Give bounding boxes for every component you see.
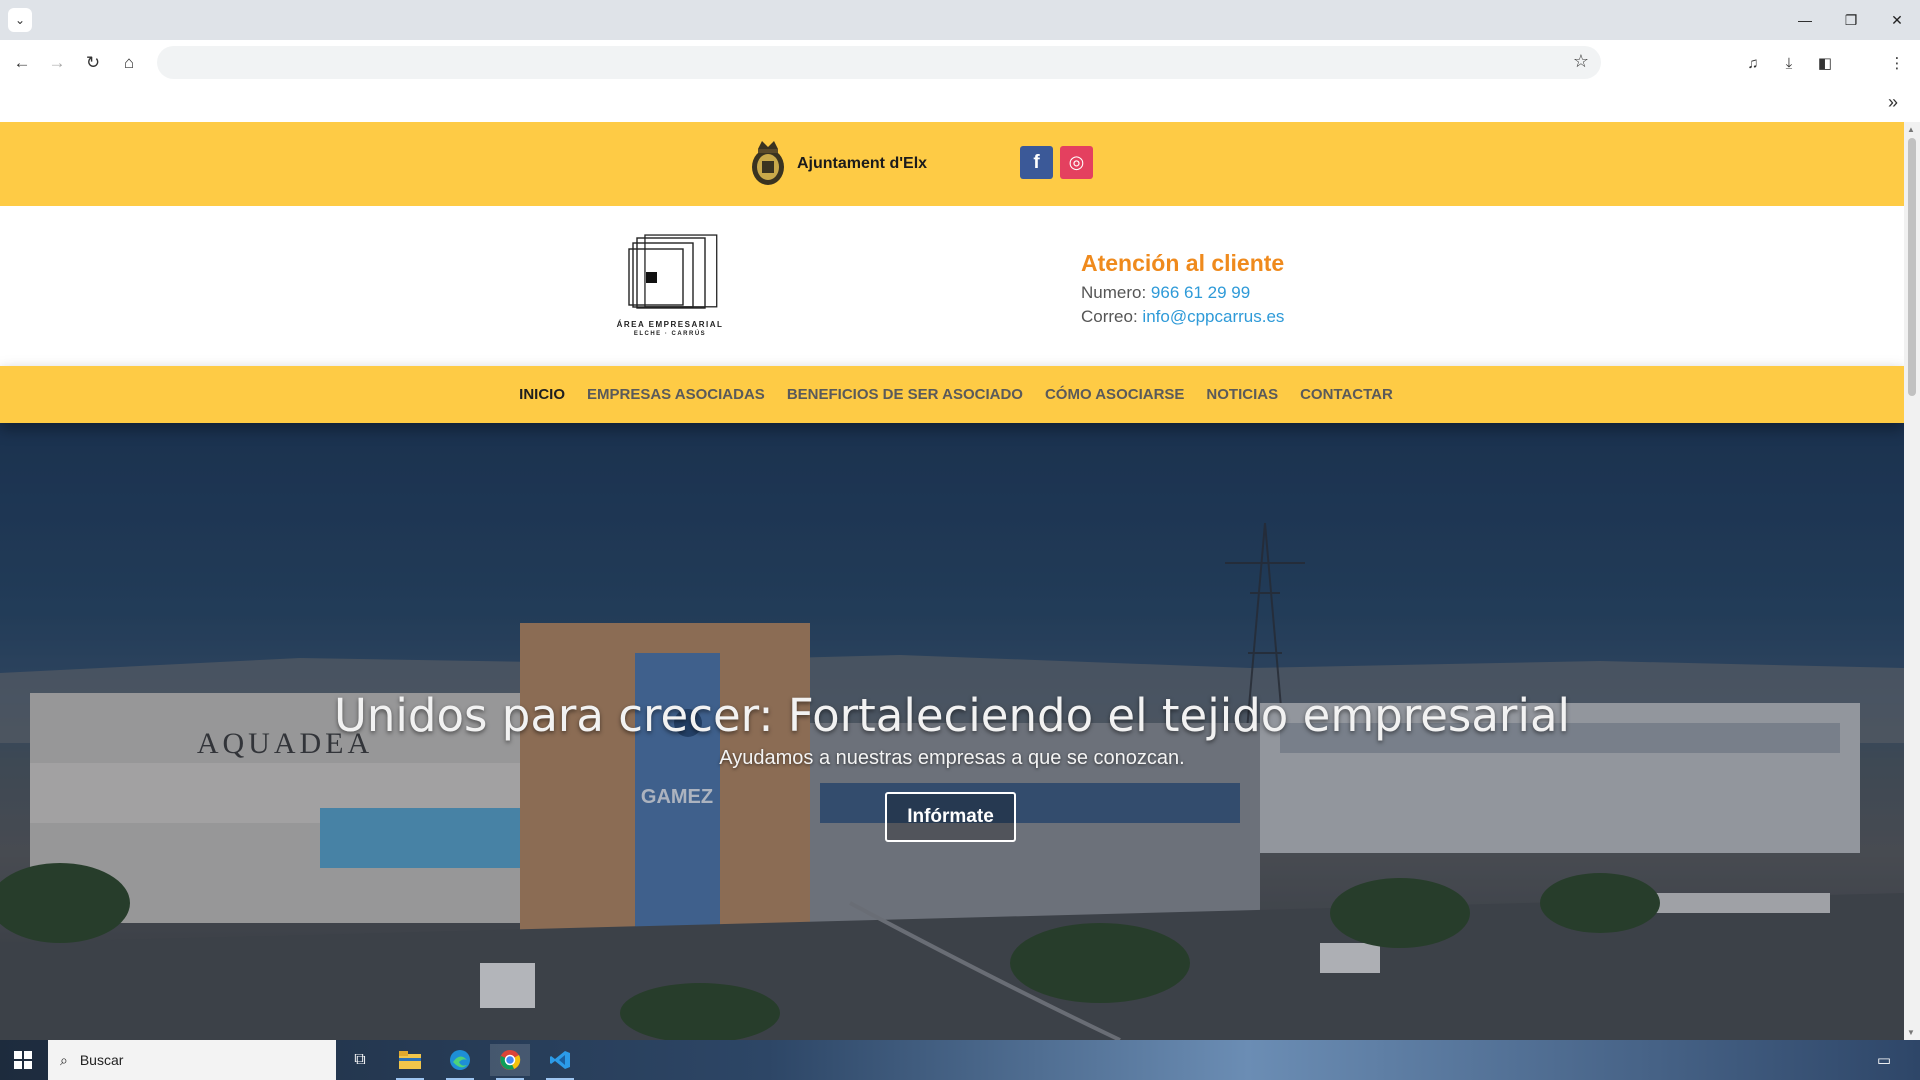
nav-item-empresas-asociadas[interactable]: EMPRESAS ASOCIADAS: [587, 386, 765, 403]
home-icon[interactable]: ⌂: [114, 48, 144, 78]
reload-icon[interactable]: ↻: [78, 48, 108, 78]
facebook-icon[interactable]: f: [1020, 146, 1053, 179]
chrome-icon[interactable]: [490, 1044, 530, 1080]
customer-service-block: Atención al cliente Numero: 966 61 29 99…: [1081, 250, 1284, 329]
scrollbar-thumb[interactable]: [1908, 138, 1916, 396]
taskbar-search-box[interactable]: ⌕ Buscar: [48, 1040, 336, 1080]
file-explorer-icon[interactable]: [390, 1044, 430, 1080]
tab-search-icon[interactable]: ⌄: [8, 8, 32, 32]
scroll-up-icon[interactable]: ▲: [1907, 125, 1915, 134]
logo-subcaption: ELCHE · CARRÚS: [633, 331, 707, 337]
phone-label: Numero:: [1081, 283, 1147, 302]
hero-subtitle: Ayudamos a nuestras empresas a que se co…: [719, 747, 1185, 769]
email-line: Correo: info@cppcarrus.es: [1081, 305, 1284, 329]
nav-item-noticias[interactable]: NOTICIAS: [1206, 386, 1278, 403]
windows-logo-icon: [14, 1051, 32, 1069]
start-button[interactable]: [0, 1040, 46, 1080]
council-name[interactable]: Ajuntament d'Elx: [797, 155, 927, 173]
phone-link[interactable]: 966 61 29 99: [1151, 283, 1250, 302]
close-icon[interactable]: ✕: [1874, 0, 1920, 40]
bookmark-star-icon[interactable]: ☆: [1573, 51, 1589, 72]
side-panel-icon[interactable]: ◧: [1812, 50, 1838, 76]
nav-item-inicio[interactable]: INICIO: [519, 386, 565, 403]
main-navigation: INICIO EMPRESAS ASOCIADAS BENEFICIOS DE …: [0, 366, 1904, 423]
edge-icon[interactable]: [440, 1044, 480, 1080]
bookmarks-bar: »: [0, 86, 1920, 122]
nav-item-contactar[interactable]: CONTACTAR: [1300, 386, 1393, 403]
address-bar[interactable]: ☆: [157, 46, 1601, 79]
email-link[interactable]: info@cppcarrus.es: [1142, 307, 1284, 326]
hero-title: Unidos para crecer: Fortaleciendo el tej…: [333, 689, 1571, 742]
restore-icon[interactable]: ❐: [1828, 0, 1874, 40]
media-control-icon[interactable]: ♫: [1740, 50, 1766, 76]
taskbar-search-placeholder: Buscar: [79, 1052, 124, 1068]
download-icon[interactable]: ⤓: [1776, 50, 1802, 76]
minimize-icon[interactable]: —: [1782, 0, 1828, 40]
logo-mark-icon: [628, 234, 718, 309]
instagram-icon[interactable]: ◎: [1060, 146, 1093, 179]
logo-caption: ÁREA EMPRESARIAL: [616, 320, 724, 329]
nav-item-beneficios[interactable]: BENEFICIOS DE SER ASOCIADO: [787, 386, 1023, 403]
page-viewport: Ajuntament d'Elx f ◎ ÁREA EMPRESARIAL EL…: [0, 122, 1904, 1040]
notifications-icon[interactable]: ▭: [1864, 1044, 1904, 1076]
menu-icon[interactable]: ⋮: [1884, 50, 1910, 76]
page-scrollbar[interactable]: ▲ ▼: [1904, 122, 1920, 1040]
search-icon: ⌕: [60, 1051, 68, 1068]
scroll-down-icon[interactable]: ▼: [1907, 1028, 1915, 1037]
browser-titlebar: ⌄ — ❐ ✕: [0, 0, 1920, 40]
top-info-bar: Ajuntament d'Elx f ◎: [0, 122, 1904, 206]
task-view-icon[interactable]: ⧉: [340, 1044, 380, 1076]
council-crest-icon[interactable]: [748, 137, 788, 187]
nav-item-como-asociarse[interactable]: CÓMO ASOCIARSE: [1045, 386, 1184, 403]
email-label: Correo:: [1081, 307, 1138, 326]
hero-banner: AQUADEA GAMEZ Unidos para crecer: Fortal…: [0, 423, 1904, 1040]
forward-icon[interactable]: →: [42, 48, 72, 78]
informate-button[interactable]: Infórmate: [885, 792, 1016, 842]
site-header: ÁREA EMPRESARIAL ELCHE · CARRÚS Atención…: [0, 206, 1904, 366]
windows-taskbar: ⌕ Buscar ⧉ ▭: [0, 1040, 1920, 1080]
phone-line: Numero: 966 61 29 99: [1081, 281, 1284, 305]
customer-service-title: Atención al cliente: [1081, 250, 1285, 276]
bookmarks-more-icon[interactable]: »: [1888, 92, 1898, 113]
back-icon[interactable]: ←: [7, 48, 37, 78]
site-logo[interactable]: ÁREA EMPRESARIAL ELCHE · CARRÚS: [610, 224, 730, 344]
vscode-icon[interactable]: [540, 1044, 580, 1080]
